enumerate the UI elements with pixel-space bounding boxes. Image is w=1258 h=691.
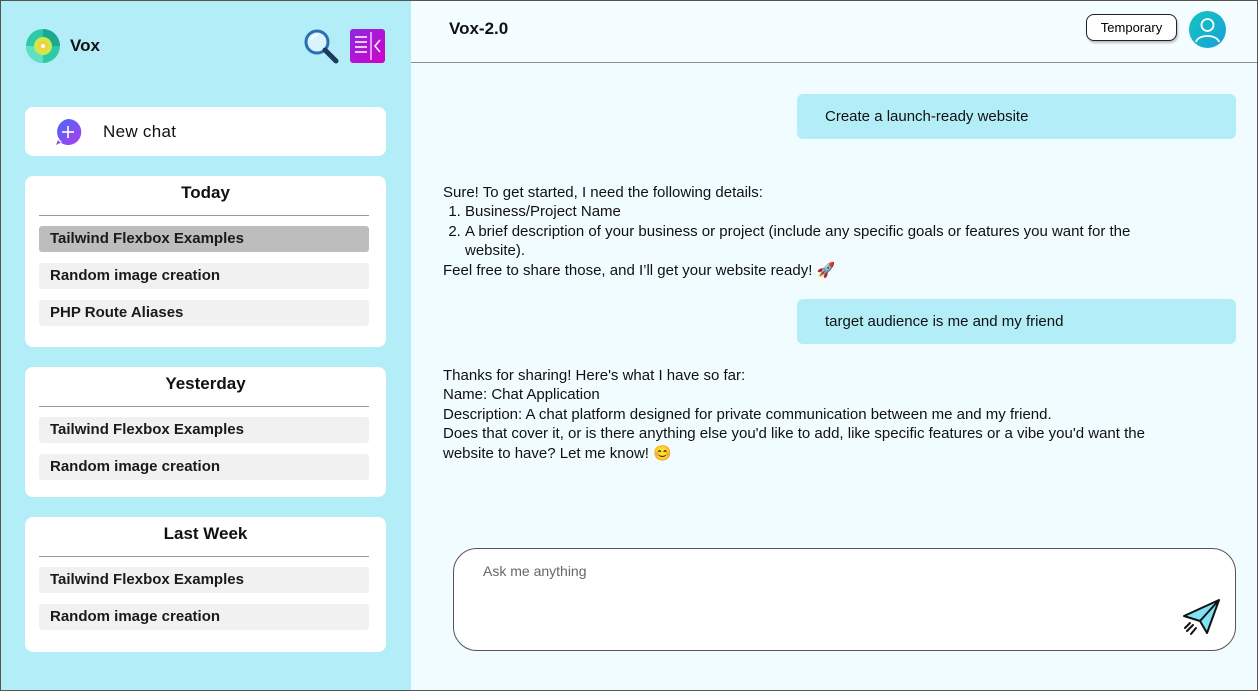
group-divider	[39, 406, 369, 407]
assistant-list: Business/Project Name A brief descriptio…	[443, 202, 1183, 260]
history-item[interactable]: PHP Route Aliases	[39, 300, 369, 326]
new-chat-plus-icon	[56, 118, 82, 145]
model-name[interactable]: Vox-2.0	[449, 19, 508, 39]
paper-plane-send-icon[interactable]	[1181, 596, 1222, 637]
group-divider	[39, 215, 369, 216]
group-divider	[39, 556, 369, 557]
assistant-text: Feel free to share those, and I’ll get y…	[443, 261, 836, 279]
message-input[interactable]	[483, 561, 1163, 581]
brand-name: Vox	[70, 36, 100, 55]
vox-disc-logo-icon	[26, 29, 60, 63]
chat-header: Vox-2.0 Temporary	[411, 0, 1258, 63]
assistant-text: Does that cover it, or is there anything…	[443, 425, 1145, 462]
new-chat-label: New chat	[103, 121, 177, 141]
assistant-list-item: A brief description of your business or …	[465, 222, 1183, 261]
group-title: Last Week	[163, 524, 248, 543]
temporary-chat-button[interactable]: Temporary	[1086, 14, 1177, 41]
group-title: Today	[181, 183, 230, 202]
history-group-yesterday: Yesterday Tailwind Flexbox Examples Rand…	[25, 367, 386, 497]
message-composer	[453, 548, 1236, 651]
history-group-today: Today Tailwind Flexbox Examples Random i…	[25, 176, 386, 347]
history-item[interactable]: Tailwind Flexbox Examples	[39, 567, 369, 593]
sidebar: Vox New chat Today Tailwind Flexbox Exam…	[0, 0, 411, 691]
assistant-text: Description: A chat platform designed fo…	[443, 405, 1052, 423]
group-title: Yesterday	[165, 374, 246, 393]
history-item[interactable]: Random image creation	[39, 454, 369, 480]
assistant-text: Name: Chat Application	[443, 386, 600, 404]
history-item[interactable]: Random image creation	[39, 604, 369, 630]
user-avatar-icon[interactable]	[1189, 11, 1226, 48]
search-icon[interactable]	[302, 27, 340, 65]
assistant-message: Sure! To get started, I need the followi…	[443, 183, 1183, 280]
new-chat-button[interactable]: New chat	[25, 107, 386, 156]
history-item[interactable]: Tailwind Flexbox Examples	[39, 226, 369, 252]
user-message: target audience is me and my friend	[797, 299, 1236, 344]
assistant-list-item: Business/Project Name	[465, 202, 1183, 221]
assistant-message: Thanks for sharing! Here's what I have s…	[443, 366, 1183, 463]
history-item[interactable]: Tailwind Flexbox Examples	[39, 417, 369, 443]
brand: Vox	[25, 28, 100, 64]
history-group-last-week: Last Week Tailwind Flexbox Examples Rand…	[25, 517, 386, 652]
assistant-text: Sure! To get started, I need the followi…	[443, 184, 763, 201]
history-item[interactable]: Random image creation	[39, 263, 369, 289]
assistant-text: Thanks for sharing! Here's what I have s…	[443, 367, 746, 384]
user-message: Create a launch-ready website	[797, 94, 1236, 139]
collapse-sidebar-icon[interactable]	[350, 29, 385, 63]
